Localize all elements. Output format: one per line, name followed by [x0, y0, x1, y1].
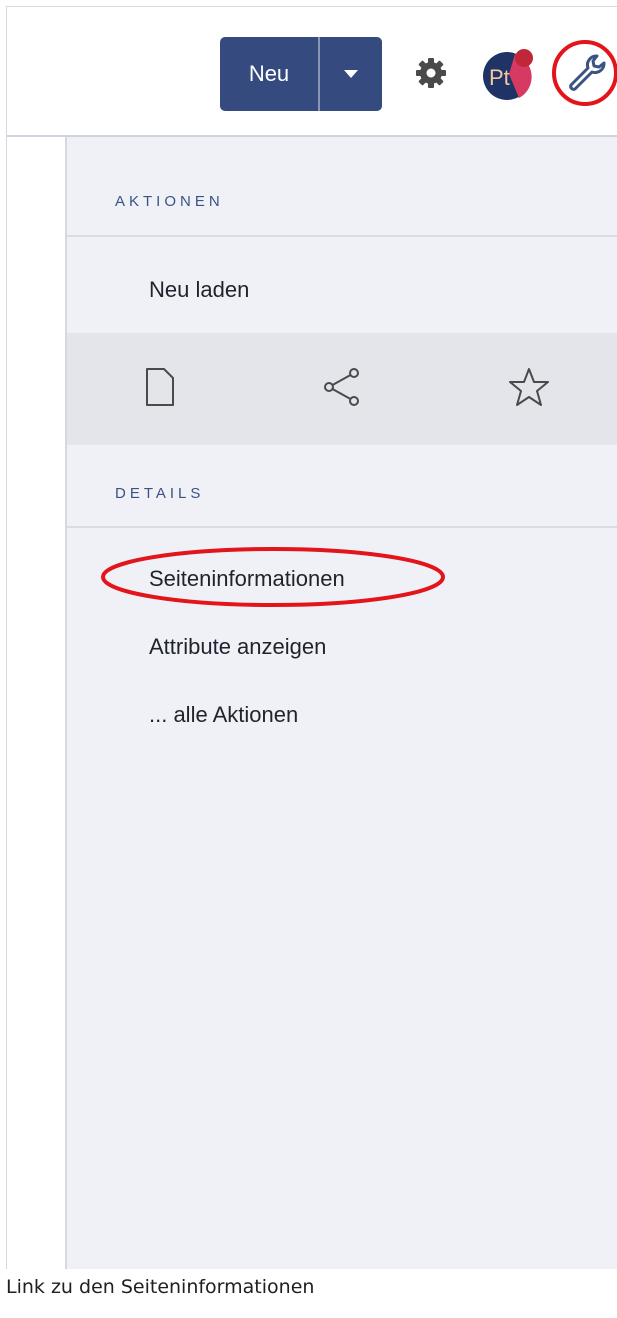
page-information-link[interactable]: Seiteninformationen	[149, 566, 345, 592]
top-toolbar: Neu Pt	[7, 7, 617, 137]
reload-link[interactable]: Neu laden	[149, 277, 249, 303]
divider	[67, 526, 617, 528]
show-attributes-link[interactable]: Attribute anzeigen	[149, 634, 326, 660]
all-actions-link[interactable]: ... alle Aktionen	[149, 702, 298, 728]
actions-heading: AKTIONEN	[115, 193, 224, 210]
divider	[67, 235, 617, 237]
screenshot-frame: Neu Pt AKTIONEN Neu laden DETAILS Seiten…	[6, 6, 617, 1269]
new-split-button: Neu	[220, 37, 382, 111]
gear-icon[interactable]	[415, 57, 447, 89]
details-heading: DETAILS	[115, 485, 205, 502]
tools-flyout-panel: AKTIONEN Neu laden DETAILS Seiteninforma…	[67, 137, 617, 1269]
chevron-down-icon	[344, 70, 358, 78]
page-icon[interactable]	[139, 366, 181, 408]
star-icon[interactable]	[508, 366, 550, 408]
new-dropdown-toggle[interactable]	[320, 37, 382, 111]
new-button[interactable]: Neu	[220, 37, 320, 111]
left-sidebar	[7, 137, 67, 1269]
avatar-initials: Pt	[489, 65, 510, 90]
quick-actions-row	[67, 333, 617, 445]
page-tools-button[interactable]	[551, 39, 617, 107]
notification-dot	[515, 49, 533, 67]
share-icon[interactable]	[321, 366, 363, 408]
image-caption: Link zu den Seiteninformationen	[6, 1276, 315, 1298]
user-avatar[interactable]: Pt	[479, 44, 539, 104]
